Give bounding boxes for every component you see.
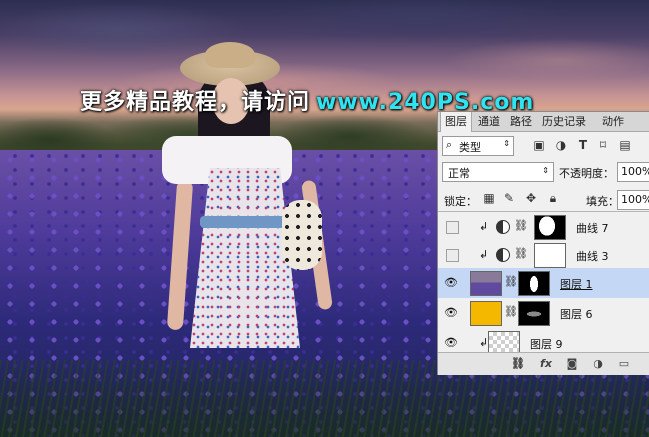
layer-row[interactable]: ↲ ⛓ 曲线 7 (438, 212, 649, 243)
image-filter-icon[interactable]: ▣ (532, 138, 546, 152)
blend-row: 正常 ⇕ 不透明度： 100% (438, 160, 649, 182)
tab-paths[interactable]: 路径 (506, 112, 536, 131)
chain-link-icon[interactable]: ⛓ (504, 275, 518, 288)
chevron-updown-icon: ⇕ (503, 139, 510, 148)
left-arm (166, 179, 194, 331)
link-layers-icon[interactable]: ⛓ (510, 357, 526, 371)
layer-mask-thumbnail[interactable] (534, 215, 566, 240)
clip-arrow-icon: ↲ (479, 248, 489, 261)
lock-row: 锁定： ▦ ✎ ✥ 🔒︎ 填充： 100% (438, 188, 649, 210)
lock-transparent-icon[interactable]: ▦ (482, 191, 496, 205)
type-filter-icon[interactable]: T (576, 138, 590, 152)
clip-arrow-icon: ↲ (479, 336, 489, 349)
shape-filter-icon[interactable]: ⌑ (596, 138, 610, 152)
layer-row[interactable]: 👁︎ ⛓ 图层 1 (438, 268, 649, 299)
tab-channels[interactable]: 通道 (474, 112, 504, 131)
clip-arrow-icon: ↲ (479, 220, 489, 233)
tab-layers[interactable]: 图层 (440, 112, 472, 132)
layer-name: 图层 1 (560, 278, 593, 291)
kind-filter-label: 类型 (459, 141, 481, 154)
layer-mask-thumbnail[interactable] (534, 243, 566, 268)
layers-list: ↲ ⛓ 曲线 7 ↲ ⛓ 曲线 3 👁︎ ⛓ 图层 1 👁︎ ⛓ 图层 6 👁︎… (438, 211, 649, 359)
tab-actions[interactable]: 动作 (598, 112, 628, 131)
opacity-value: 100% (621, 165, 649, 178)
opacity-input[interactable]: 100% (617, 162, 649, 182)
fill-label: 填充： (586, 195, 619, 208)
watermark-chinese: 更多精品教程，请访问 (80, 90, 311, 115)
blend-mode-value: 正常 (448, 167, 470, 180)
layer-thumbnail[interactable] (470, 301, 502, 326)
fill-input[interactable]: 100% (617, 190, 649, 210)
visibility-toggle[interactable] (446, 221, 459, 234)
layer-name: 曲线 3 (576, 250, 609, 263)
layer-mask-thumbnail[interactable] (518, 301, 550, 326)
lock-label: 锁定： (444, 195, 477, 208)
hat-crown (205, 42, 255, 68)
blend-mode-select[interactable]: 正常 ⇕ (442, 162, 554, 182)
panel-footer: ⛓ fx ◙ ◑ ▭ (438, 352, 649, 375)
chain-link-icon[interactable]: ⛓ (514, 247, 528, 260)
layer-mask-thumbnail[interactable] (518, 271, 550, 296)
new-adjustment-icon[interactable]: ◑ (590, 357, 606, 371)
chain-link-icon[interactable]: ⛓ (504, 305, 518, 318)
new-group-icon[interactable]: ▭ (616, 357, 632, 371)
visibility-toggle[interactable] (446, 249, 459, 262)
layers-panel: 图层 通道 路径 历史记录 动作 ⌕ 类型 ⇕ ▣ ◑ T ⌑ ▤ 正常 ⇕ 不… (437, 111, 649, 375)
layer-row[interactable]: ↲ ⛓ 曲线 3 (438, 240, 649, 271)
eye-icon[interactable]: 👁︎ (444, 276, 458, 290)
lock-all-icon[interactable]: 🔒︎ (546, 191, 560, 205)
layer-name: 图层 6 (560, 308, 593, 321)
lock-move-icon[interactable]: ✥ (524, 191, 538, 205)
curves-adjustment-icon (496, 248, 510, 262)
layer-name: 图层 9 (530, 338, 563, 351)
layer-row[interactable]: 👁︎ ⛓ 图层 6 (438, 298, 649, 329)
eye-icon[interactable]: 👁︎ (444, 336, 458, 350)
layer-thumbnail[interactable] (470, 271, 502, 296)
chevron-updown-icon: ⇕ (542, 166, 549, 175)
kind-filter-select[interactable]: ⌕ 类型 ⇕ (442, 136, 514, 156)
fill-value: 100% (621, 193, 649, 206)
adjustment-filter-icon[interactable]: ◑ (554, 138, 568, 152)
eye-icon[interactable]: 👁︎ (444, 306, 458, 320)
filter-row: ⌕ 类型 ⇕ ▣ ◑ T ⌑ ▤ (438, 134, 649, 156)
add-mask-icon[interactable]: ◙ (564, 357, 580, 371)
panel-tabs: 图层 通道 路径 历史记录 动作 (438, 112, 649, 132)
lock-brush-icon[interactable]: ✎ (502, 191, 516, 205)
smart-object-filter-icon[interactable]: ▤ (618, 138, 632, 152)
fx-icon[interactable]: fx (538, 357, 554, 371)
opacity-label: 不透明度： (559, 167, 614, 180)
polka-dot-bag (282, 200, 322, 270)
search-icon: ⌕ (446, 138, 453, 151)
blue-sash (200, 216, 292, 228)
curves-adjustment-icon (496, 220, 510, 234)
tab-history[interactable]: 历史记录 (538, 112, 590, 131)
layer-name: 曲线 7 (576, 222, 609, 235)
chain-link-icon[interactable]: ⛓ (514, 219, 528, 232)
